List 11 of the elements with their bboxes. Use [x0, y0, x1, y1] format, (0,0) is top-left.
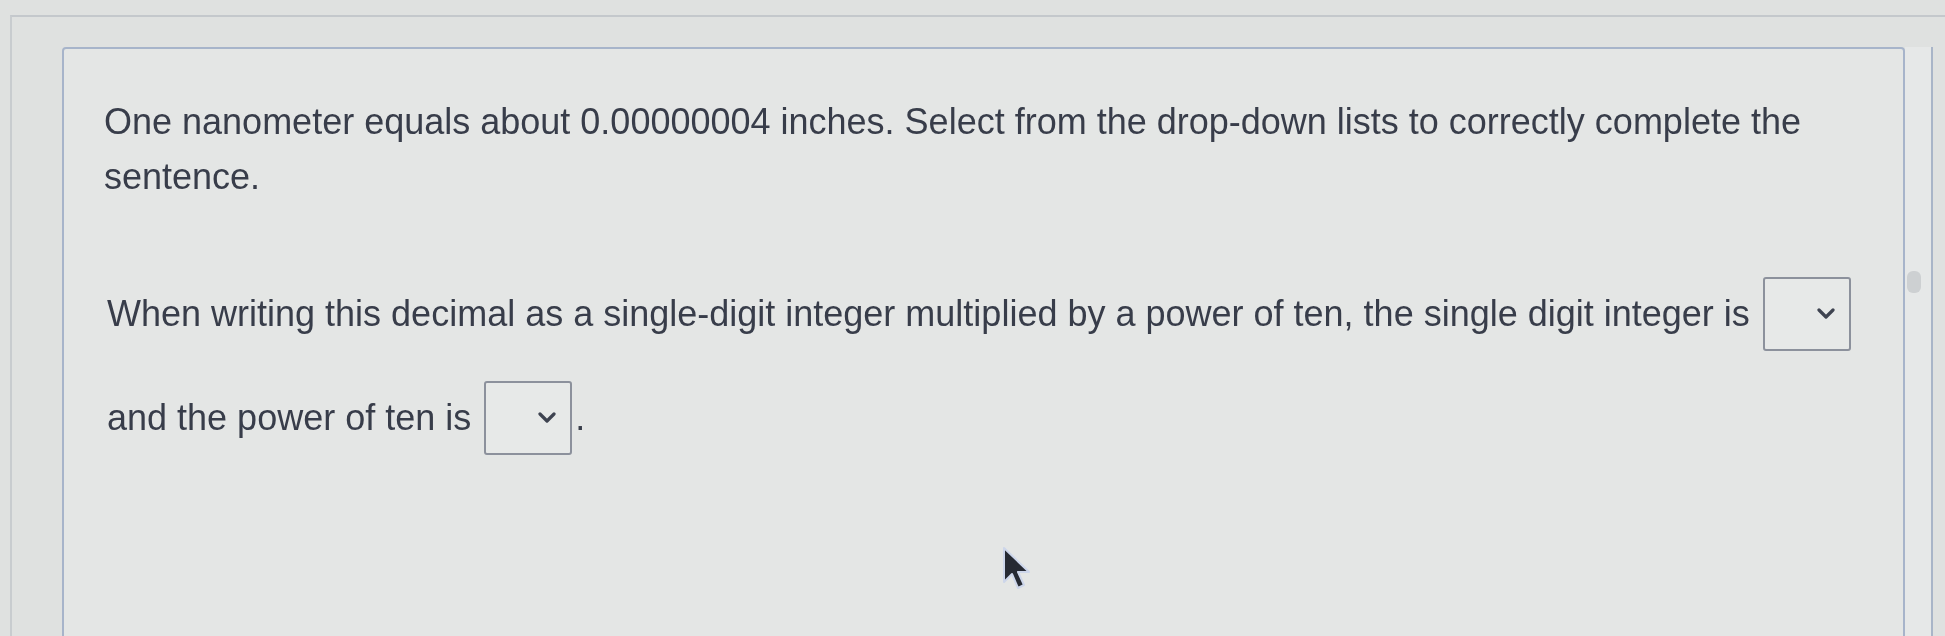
dropdown[interactable] — [484, 381, 573, 455]
scrollbar-track[interactable] — [1905, 47, 1933, 636]
cursor-icon — [1002, 546, 1032, 590]
sentence-text: and the power of ten is — [107, 396, 472, 440]
chevron-down-icon — [1816, 308, 1835, 320]
dropdown[interactable] — [1762, 277, 1851, 351]
question-text: One nanometer equals about 0.00000004 inches. Select from the drop-down lists to correctly complete the sentence. — [104, 100, 1802, 199]
chevron-down-icon — [538, 412, 557, 424]
scrollbar-thumb[interactable] — [1907, 271, 1921, 293]
sentence-text: When writing this decimal as a single-digit integer multiplied by a power of ten, the single digit integer is — [107, 292, 1750, 336]
sentence-text: . — [575, 396, 586, 440]
